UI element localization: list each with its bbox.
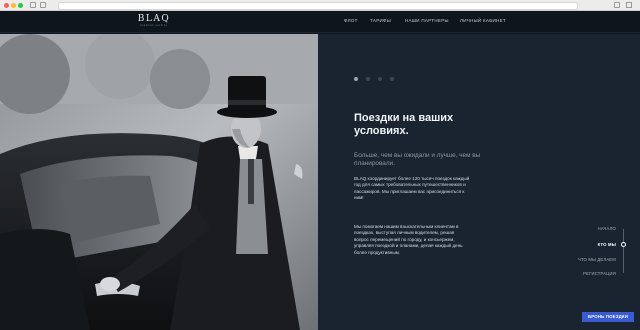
slide-dot[interactable] [378, 77, 382, 81]
section-register-link[interactable]: РЕГИСТРАЦИЯ [583, 271, 616, 276]
hero-paragraph: Мы помогаем нашим взыскательным клиентам… [354, 224, 463, 255]
nav-account-link[interactable]: ЛИЧНЫЙ КАБИНЕТ [460, 18, 506, 23]
minimize-window-icon[interactable] [11, 3, 16, 8]
nav-partners-link[interactable]: НАШИ ПАРТНЕРЫ [405, 18, 449, 23]
nav-fleet-link[interactable]: ФЛОТ [344, 18, 358, 23]
intro-panel: Поездки на ваших условиях. Больше, чем в… [318, 34, 640, 330]
maximize-window-icon[interactable] [18, 3, 23, 8]
slide-dot[interactable] [390, 77, 394, 81]
section-services-link[interactable]: ЧТО МЫ ДЕЛАЕМ [578, 257, 616, 262]
hero-paragraph: BLAQ координирует более 120 тысяч поездо… [354, 176, 470, 201]
book-ride-button[interactable]: БРОНЬ ПОЕЗДКИ [582, 312, 634, 322]
slide-dot[interactable] [366, 77, 370, 81]
site-header: BLAQ premium service ФЛОТ ТАРИФЫ НАШИ ПА… [0, 11, 640, 33]
tab-overview-icon[interactable] [40, 2, 46, 8]
brand-logo[interactable]: BLAQ premium service [134, 15, 174, 28]
slide-dot[interactable] [354, 77, 358, 81]
sidebar-toggle-icon[interactable] [30, 2, 36, 8]
hero-subtitle: Больше, чем вы ожидали и лучше, чем вы п… [354, 152, 481, 168]
logo-tagline: premium service [140, 24, 168, 27]
hero-photo [0, 34, 318, 330]
section-about-link[interactable]: КТО МЫ [598, 242, 616, 247]
new-tab-icon[interactable] [626, 2, 632, 8]
logo-wordmark: BLAQ [137, 14, 171, 24]
section-start-link[interactable]: НАЧАЛО [598, 226, 616, 231]
nav-tariffs-link[interactable]: ТАРИФЫ [370, 18, 391, 23]
section-nav-line [623, 229, 624, 273]
active-section-marker [621, 242, 626, 247]
address-bar[interactable] [58, 1, 578, 10]
share-icon[interactable] [614, 2, 620, 8]
browser-toolbar [0, 0, 640, 11]
chauffeur-photo-illustration [0, 34, 318, 330]
close-window-icon[interactable] [4, 3, 9, 8]
hero-title: Поездки на ваших условиях. [354, 112, 454, 137]
